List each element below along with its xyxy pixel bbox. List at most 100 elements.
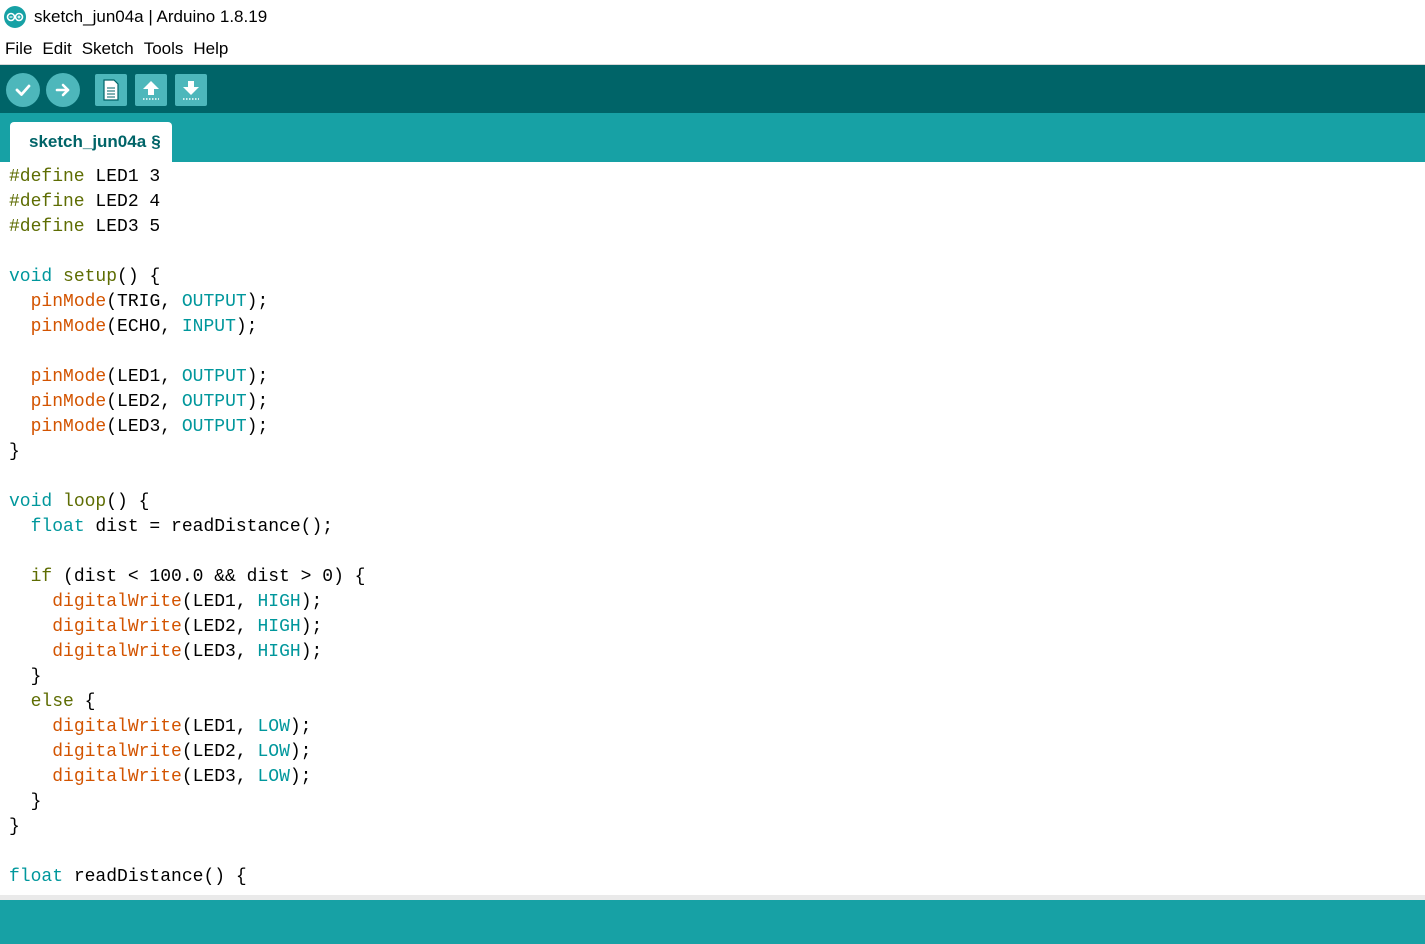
code-line[interactable]: #define LED2 4 [9,190,365,215]
code-token: LED1 3 [84,167,161,187]
code-token: (LED3, [181,767,258,787]
code-line[interactable]: } [9,815,365,840]
code-token: readDistance() { [63,867,247,887]
menu-file[interactable]: File [0,39,37,59]
code-line[interactable]: } [9,665,365,690]
menu-edit[interactable]: Edit [37,39,76,59]
code-token: () { [117,267,161,287]
verify-button[interactable] [6,73,40,107]
code-line[interactable]: digitalWrite(LED3, LOW); [9,765,365,790]
code-editor[interactable]: #define LED1 3 #define LED2 4 #define LED3… [0,162,1425,895]
code-line[interactable]: digitalWrite(LED1, LOW); [9,715,365,740]
code-token: digitalWrite [52,767,182,787]
code-token: INPUT [181,317,236,337]
code-token: { [73,692,96,712]
new-button[interactable] [95,74,127,106]
code-token: } [9,817,20,837]
code-text[interactable]: #define LED1 3 #define LED2 4 #define LED3… [9,165,365,890]
code-token: HIGH [257,642,301,662]
code-token: dist = readDistance(); [84,517,334,537]
code-token: OUTPUT [181,392,247,412]
code-line[interactable]: void setup() { [9,265,365,290]
code-token: ); [246,417,269,437]
toolbar [0,65,1425,113]
code-line[interactable]: } [9,440,365,465]
code-token: float [9,867,64,887]
menu-help[interactable]: Help [188,39,233,59]
code-line[interactable]: pinMode(LED2, OUTPUT); [9,390,365,415]
code-token: } [9,667,42,687]
code-token: (LED1, [181,717,258,737]
code-token: LOW [257,742,290,762]
code-token: LED3 5 [84,217,161,237]
code-token: (dist < 100.0 && dist > 0) { [52,567,366,587]
code-line[interactable]: ​ [9,840,365,865]
code-token: (ECHO, [106,317,182,337]
code-token: ); [300,642,323,662]
code-token: pinMode [30,417,107,437]
code-token: pinMode [30,367,107,387]
save-button[interactable] [175,74,207,106]
code-line[interactable]: } [9,790,365,815]
code-token: (LED2, [181,617,258,637]
code-line[interactable]: digitalWrite(LED2, LOW); [9,740,365,765]
code-token: ); [246,392,269,412]
tab-sketch[interactable]: sketch_jun04a § [10,122,172,162]
code-line[interactable]: ​ [9,540,365,565]
code-line[interactable]: digitalWrite(LED2, HIGH); [9,615,365,640]
code-token: LOW [257,767,290,787]
code-line[interactable]: digitalWrite(LED1, HIGH); [9,590,365,615]
code-token: ); [289,717,312,737]
title-bar: sketch_jun04a | Arduino 1.8.19 [0,0,1425,34]
code-token: (LED1, [106,367,182,387]
code-token: (LED3, [106,417,182,437]
code-token: ); [246,292,269,312]
code-token: float [30,517,85,537]
code-line[interactable]: if (dist < 100.0 && dist > 0) { [9,565,366,590]
open-button[interactable] [135,74,167,106]
code-line[interactable]: ​ [9,240,365,265]
code-line[interactable]: pinMode(TRIG, OUTPUT); [9,290,365,315]
code-line[interactable]: #define LED3 5 [9,215,365,240]
arrow-up-icon [143,81,159,100]
code-token: void [9,267,53,287]
code-line[interactable]: #define LED1 3 [9,165,365,190]
code-line[interactable]: void loop() { [9,490,365,515]
arduino-infinity-icon [4,6,26,28]
tab-modified-mark: § [151,132,161,151]
code-token: digitalWrite [52,617,182,637]
code-line[interactable]: ​ [9,465,365,490]
code-line[interactable]: ​ [9,340,365,365]
code-token: digitalWrite [52,592,182,612]
code-line[interactable]: float readDistance() { [9,865,365,890]
code-token: ); [300,592,323,612]
code-token: (LED2, [106,392,182,412]
code-token: OUTPUT [181,292,247,312]
code-token: pinMode [30,392,107,412]
code-token: digitalWrite [52,717,182,737]
menu-tools[interactable]: Tools [139,39,189,59]
code-line[interactable]: else { [9,690,365,715]
menu-sketch[interactable]: Sketch [77,39,139,59]
code-token: #define [9,167,85,187]
status-bar [0,900,1425,944]
code-token: pinMode [30,317,107,337]
code-line[interactable]: pinMode(ECHO, INPUT); [9,315,365,340]
code-line[interactable]: pinMode(LED3, OUTPUT); [9,415,365,440]
arrow-right-icon [55,83,70,97]
code-line[interactable]: pinMode(LED1, OUTPUT); [9,365,365,390]
code-line[interactable]: digitalWrite(LED3, HIGH); [9,640,365,665]
code-line[interactable]: float dist = readDistance(); [9,515,365,540]
upload-button[interactable] [46,73,80,107]
code-token: } [9,442,20,462]
arrow-down-icon [183,81,199,100]
